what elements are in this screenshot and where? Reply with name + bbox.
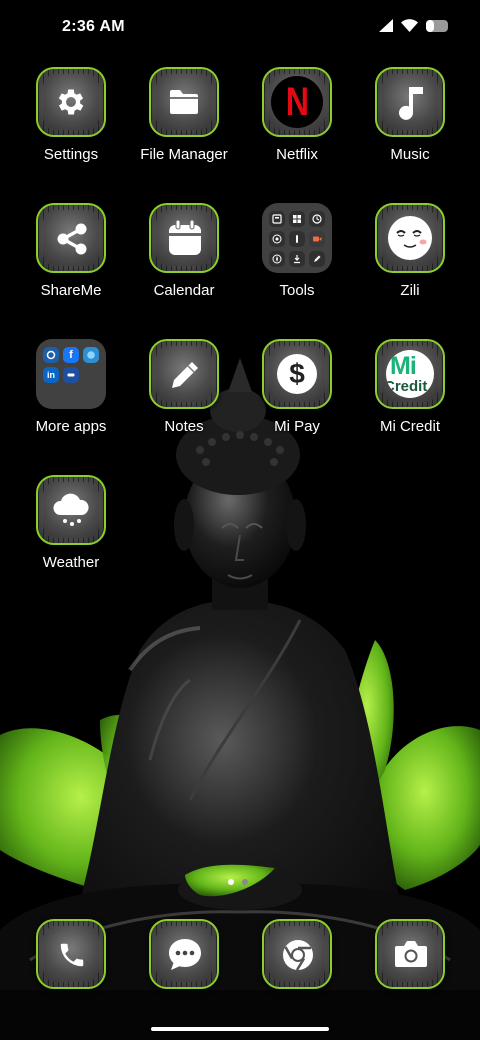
chrome-app-icon[interactable] <box>262 919 332 989</box>
zili-app-icon[interactable] <box>375 203 445 273</box>
dollar-icon: $ <box>277 354 317 394</box>
dock-phone[interactable] <box>15 919 127 989</box>
status-icons <box>379 19 448 32</box>
app-music[interactable]: Music <box>354 67 466 164</box>
app-label: Settings <box>43 146 99 163</box>
app-file-manager[interactable]: File Manager <box>128 67 240 164</box>
radar-mini-icon <box>269 231 285 247</box>
snow-cloud-icon <box>53 493 89 526</box>
gear-icon <box>58 89 84 115</box>
app-mi-credit[interactable]: Mi Credit Mi Credit <box>354 339 466 436</box>
app-tools-folder[interactable]: Tools <box>241 203 353 300</box>
phone-icon <box>60 943 84 967</box>
app-label: Notes <box>164 418 204 435</box>
app-label: Netflix <box>276 146 318 163</box>
camera-app-icon[interactable] <box>375 919 445 989</box>
mi-credit-logo-subtext: Credit <box>386 378 428 395</box>
dollar-sign-text: $ <box>289 358 305 389</box>
app-zili[interactable]: Zili <box>354 203 466 300</box>
app-label: Music <box>390 146 430 163</box>
chrome-icon <box>283 940 313 971</box>
netflix-icon: N <box>271 76 323 128</box>
netflix-logo-text: N <box>285 79 309 124</box>
app-label: Zili <box>400 282 420 299</box>
music-note-icon <box>399 87 423 120</box>
shazam-mini-icon <box>43 347 59 363</box>
status-time: 2:36 AM <box>62 18 125 35</box>
app-label: Mi Pay <box>274 418 320 435</box>
app-label: More apps <box>35 418 107 435</box>
page-dot-2 <box>242 879 248 885</box>
grid-mini-icon <box>289 211 305 227</box>
app-shareme[interactable]: ShareMe <box>15 203 127 300</box>
notes-app-icon[interactable] <box>149 339 219 409</box>
page-dot-1 <box>228 879 234 885</box>
dock-messages[interactable] <box>128 919 240 989</box>
app-notes[interactable]: Notes <box>128 339 240 436</box>
phone-app-icon[interactable] <box>36 919 106 989</box>
camera-icon <box>395 941 427 967</box>
app-label: ShareMe <box>40 282 102 299</box>
messages-app-icon[interactable] <box>149 919 219 989</box>
music-app-icon[interactable] <box>375 67 445 137</box>
app-label: File Manager <box>140 146 228 163</box>
app-mini-icon <box>63 367 79 383</box>
signal-icon <box>379 19 393 32</box>
browser-mini-icon <box>83 347 99 363</box>
app-more-apps-folder[interactable]: f in More apps <box>15 339 127 436</box>
more-apps-folder-icon[interactable]: f in <box>36 339 106 409</box>
calculator-mini-icon <box>269 211 285 227</box>
app-mi-pay[interactable]: $ Mi Pay <box>241 339 353 436</box>
mi-pay-app-icon[interactable]: $ <box>262 339 332 409</box>
shareme-app-icon[interactable] <box>36 203 106 273</box>
netflix-app-icon[interactable]: N <box>262 67 332 137</box>
download-mini-icon <box>289 251 305 267</box>
zili-face-icon <box>388 216 432 260</box>
calendar-icon <box>169 219 201 255</box>
edit-mini-icon <box>309 251 325 267</box>
facebook-mini-icon: f <box>63 347 79 363</box>
app-calendar[interactable]: Calendar <box>128 203 240 300</box>
tools-folder-icon[interactable] <box>262 203 332 273</box>
clock-mini-icon <box>309 211 325 227</box>
calendar-app-icon[interactable] <box>149 203 219 273</box>
file-manager-app-icon[interactable] <box>149 67 219 137</box>
message-icon <box>169 939 201 970</box>
status-bar: 2:36 AM <box>0 0 480 56</box>
wifi-icon <box>401 19 418 32</box>
mi-credit-logo-text: Mi <box>390 352 417 380</box>
battery-icon <box>426 19 448 32</box>
page-indicator <box>228 879 248 885</box>
app-label: Calendar <box>153 282 215 299</box>
pencil-icon <box>172 362 198 388</box>
app-label: Tools <box>279 282 315 299</box>
weather-app-icon[interactable] <box>36 475 106 545</box>
app-weather[interactable]: Weather <box>15 475 127 572</box>
dock-camera[interactable] <box>354 919 466 989</box>
dock-chrome[interactable] <box>241 919 353 989</box>
video-mini-icon <box>309 231 325 247</box>
linkedin-mini-icon: in <box>43 367 59 383</box>
recorder-mini-icon <box>289 231 305 247</box>
app-label: Mi Credit <box>379 418 440 435</box>
folder-icon <box>170 90 198 114</box>
app-settings[interactable]: Settings <box>15 67 127 164</box>
home-gesture-bar[interactable] <box>151 1027 329 1031</box>
compass-mini-icon <box>269 251 285 267</box>
settings-app-icon[interactable] <box>36 67 106 137</box>
app-label: Weather <box>42 554 100 571</box>
share-icon <box>57 223 87 255</box>
mi-credit-app-icon[interactable]: Mi Credit <box>375 339 445 409</box>
mi-credit-icon: Mi Credit <box>386 350 434 398</box>
app-netflix[interactable]: N Netflix <box>241 67 353 164</box>
